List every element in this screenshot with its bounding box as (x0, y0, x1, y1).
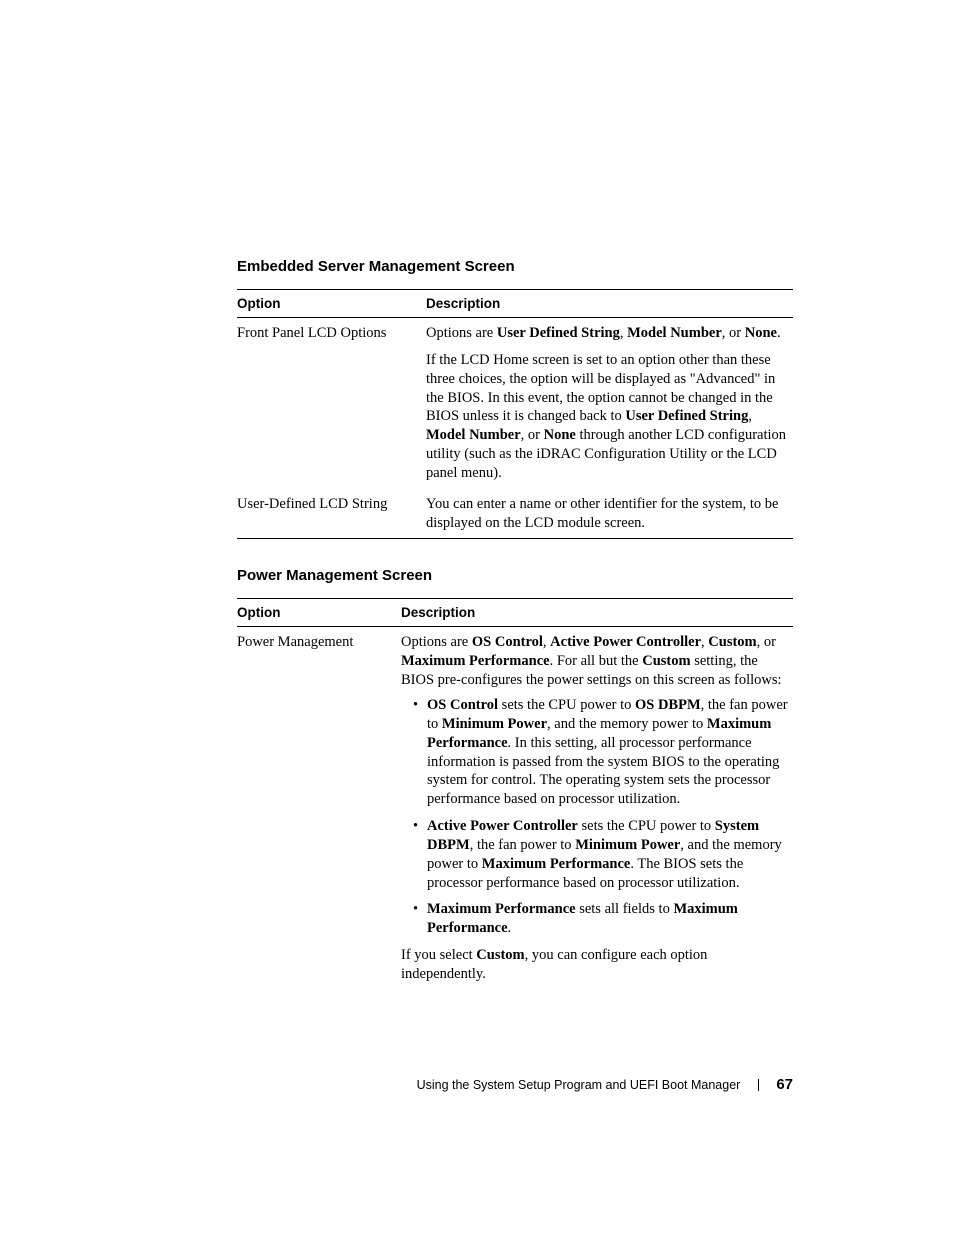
footer-text: Using the System Setup Program and UEFI … (417, 1078, 741, 1092)
col-header-option: Option (237, 290, 426, 318)
table-power: Option Description Power Management Opti… (237, 598, 793, 989)
list-item: OS Control sets the CPU power to OS DBPM… (415, 696, 789, 809)
option-cell: User-Defined LCD String (237, 489, 426, 539)
table-row: If the LCD Home screen is set to an opti… (237, 349, 793, 489)
heading-embedded: Embedded Server Management Screen (237, 258, 793, 275)
desc-text: You can enter a name or other identifier… (426, 495, 789, 533)
heading-power: Power Management Screen (237, 567, 793, 584)
col-header-description: Description (401, 599, 793, 627)
description-cell: You can enter a name or other identifier… (426, 489, 793, 539)
table-embedded: Option Description Front Panel LCD Optio… (237, 289, 793, 539)
description-cell: Options are User Defined String, Model N… (426, 318, 793, 349)
page-content: Embedded Server Management Screen Option… (237, 258, 793, 990)
col-header-option: Option (237, 599, 401, 627)
page-footer: Using the System Setup Program and UEFI … (237, 1076, 793, 1093)
description-cell: If the LCD Home screen is set to an opti… (426, 349, 793, 489)
col-header-description: Description (426, 290, 793, 318)
description-cell: Options are OS Control, Active Power Con… (401, 627, 793, 990)
desc-text: If you select Custom, you can configure … (401, 946, 789, 984)
table-row: User-Defined LCD String You can enter a … (237, 489, 793, 539)
bullet-list: OS Control sets the CPU power to OS DBPM… (401, 696, 789, 938)
footer-separator (758, 1079, 759, 1091)
list-item: Active Power Controller sets the CPU pow… (415, 817, 789, 892)
table-row: Front Panel LCD Options Options are User… (237, 318, 793, 349)
desc-text: Options are OS Control, Active Power Con… (401, 633, 789, 690)
list-item: Maximum Performance sets all fields to M… (415, 900, 789, 938)
desc-text: Options are User Defined String, Model N… (426, 324, 789, 343)
option-cell: Front Panel LCD Options (237, 318, 426, 349)
page-number: 67 (776, 1076, 793, 1093)
option-cell: Power Management (237, 627, 401, 990)
desc-text: If the LCD Home screen is set to an opti… (426, 351, 789, 483)
table-row: Power Management Options are OS Control,… (237, 627, 793, 990)
